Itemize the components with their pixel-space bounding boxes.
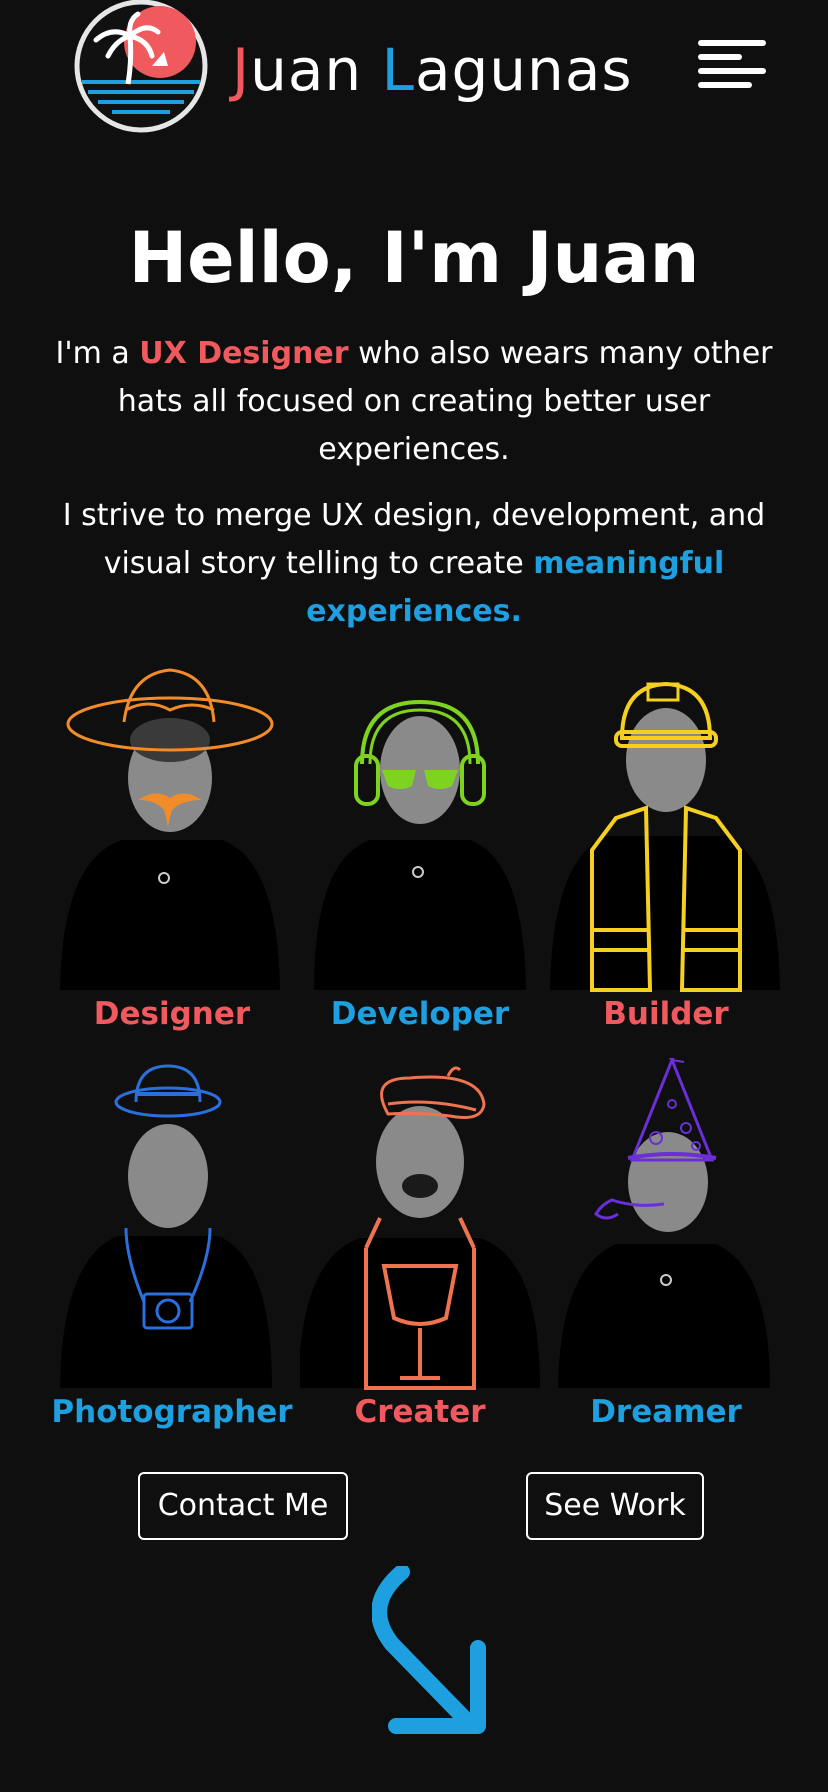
mission-paragraph: I strive to merge UX design, development… xyxy=(40,492,788,636)
developer-portrait xyxy=(314,699,526,990)
role-builder: Builder xyxy=(546,660,786,1060)
role-label-designer: Designer xyxy=(93,996,251,1032)
builder-portrait xyxy=(550,681,780,992)
hero-title: Hello, I'm Juan xyxy=(128,217,700,299)
brand-initial-l: L xyxy=(381,36,415,104)
curved-arrow-down-right-icon[interactable] xyxy=(372,1566,492,1742)
brand-initial-j: J xyxy=(232,36,251,104)
intro-highlight: UX Designer xyxy=(139,336,349,371)
role-label-builder: Builder xyxy=(603,996,729,1032)
role-photographer: Photographer xyxy=(51,1058,293,1458)
dreamer-portrait xyxy=(558,1058,770,1388)
role-creater: Creater xyxy=(300,1058,540,1458)
brand-name[interactable]: Juan Lagunas xyxy=(232,30,633,110)
role-label-creater: Creater xyxy=(354,1394,486,1430)
see-work-button[interactable]: See Work xyxy=(526,1472,704,1540)
photographer-portrait xyxy=(60,1064,272,1388)
role-developer: Developer xyxy=(300,660,540,1060)
brand-last-rest: agunas xyxy=(414,36,633,104)
creater-portrait xyxy=(300,1066,540,1390)
role-label-dreamer: Dreamer xyxy=(590,1394,742,1430)
role-dreamer: Dreamer xyxy=(546,1058,786,1458)
site-header: Juan Lagunas xyxy=(0,0,828,140)
role-label-photographer: Photographer xyxy=(51,1394,293,1430)
hamburger-menu-icon[interactable] xyxy=(694,36,770,92)
designer-portrait xyxy=(60,668,280,990)
contact-me-button[interactable]: Contact Me xyxy=(138,1472,348,1540)
role-designer: Designer xyxy=(52,660,292,1060)
role-label-developer: Developer xyxy=(330,996,510,1032)
intro-paragraph: I'm a UX Designer who also wears many ot… xyxy=(40,330,788,474)
intro-text-before: I'm a xyxy=(55,336,140,371)
brand-first-rest: uan xyxy=(250,36,363,104)
palm-tree-sunset-logo[interactable] xyxy=(72,0,210,134)
